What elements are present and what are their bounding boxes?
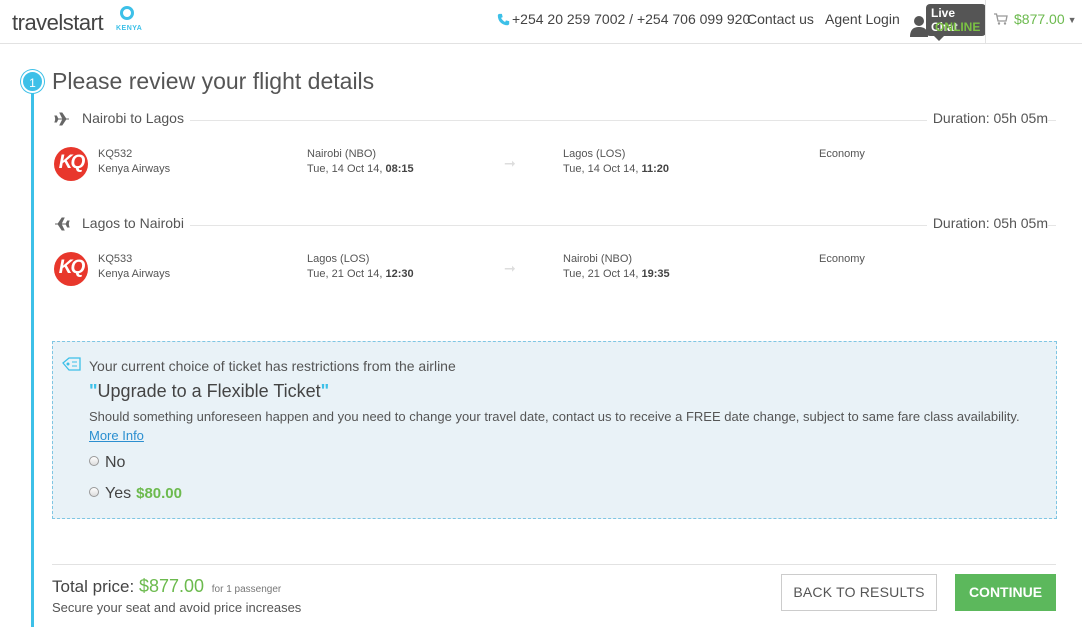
kenya-airways-logo: KQ xyxy=(54,252,88,286)
arrival-info: Nairobi (NBO) Tue, 21 Oct 14, 19:35 xyxy=(563,252,670,282)
leg-duration: Duration: 05h 05m xyxy=(926,215,1048,231)
phone-icon xyxy=(497,13,510,26)
departure-time: 12:30 xyxy=(385,268,414,280)
logo-text: travelstart xyxy=(12,10,104,35)
upgrade-option-no[interactable]: No xyxy=(89,454,125,472)
ticket-tag-icon xyxy=(62,357,81,371)
flight-info: KQ532 Kenya Airways xyxy=(98,147,170,177)
airline-logo-text: KQ xyxy=(58,257,86,278)
kenya-airways-logo: KQ xyxy=(54,147,88,181)
leg-route: Lagos to Nairobi xyxy=(82,215,190,231)
cart-total: $877.00 xyxy=(1014,11,1065,27)
departure-date: Tue, 21 Oct 14, xyxy=(307,268,383,280)
upgrade-title: "Upgrade to a Flexible Ticket" xyxy=(89,381,330,401)
secure-seat-text: Secure your seat and avoid price increas… xyxy=(52,600,302,615)
plane-icon xyxy=(54,112,69,126)
total-price: Total price: $877.00 for 1 passenger xyxy=(52,576,281,597)
travelstart-logo[interactable]: travelstart KENYA xyxy=(12,6,142,36)
step-rail xyxy=(31,78,34,627)
arrival-airport: Lagos (LOS) xyxy=(563,148,626,160)
phone-text: +254 20 259 7002 / +254 706 099 920 xyxy=(512,11,751,27)
logo-ring-icon xyxy=(120,6,134,20)
arrival-date: Tue, 14 Oct 14, xyxy=(563,163,639,175)
chevron-down-icon: ▼ xyxy=(1067,15,1077,25)
arrow-right-icon: ➞ xyxy=(504,155,516,171)
arrow-right-icon: ➞ xyxy=(504,260,516,276)
departure-time: 08:15 xyxy=(385,163,414,175)
step-number-badge: 1 xyxy=(21,70,44,93)
footer-divider xyxy=(52,564,1056,565)
radio-no[interactable] xyxy=(89,456,99,466)
live-chat-status: ONLINE xyxy=(935,20,981,34)
departure-airport: Lagos (LOS) xyxy=(307,253,370,265)
cabin-class: Economy xyxy=(819,148,865,160)
flight-number: KQ533 xyxy=(98,253,133,265)
contact-us-link[interactable]: Contact us xyxy=(747,11,814,27)
option-yes-price: $80.00 xyxy=(136,485,182,502)
radio-yes[interactable] xyxy=(89,487,99,497)
flight-segment-return: KQ KQ533 Kenya Airways Lagos (LOS) Tue, … xyxy=(52,252,1056,292)
cart-icon xyxy=(994,13,1008,25)
flexible-ticket-upsell: Your current choice of ticket has restri… xyxy=(52,341,1057,519)
cart-button[interactable]: $877.00 ▼ xyxy=(994,11,1077,27)
upgrade-title-text: Upgrade to a Flexible Ticket xyxy=(97,381,321,401)
arrival-time: 11:20 xyxy=(641,163,670,175)
leg-divider xyxy=(82,120,1056,121)
cabin-class: Economy xyxy=(819,253,865,265)
airline-name: Kenya Airways xyxy=(98,163,171,175)
airline-logo-text: KQ xyxy=(58,152,86,173)
option-yes-label: Yes xyxy=(105,485,132,502)
total-label: Total price: xyxy=(52,577,135,596)
header-divider xyxy=(985,0,986,44)
leg-header-return: Lagos to Nairobi Duration: 05h 05m xyxy=(52,215,1056,235)
back-to-results-button[interactable]: BACK TO RESULTS xyxy=(781,574,937,611)
flight-number: KQ532 xyxy=(98,148,133,160)
arrival-date: Tue, 21 Oct 14, xyxy=(563,268,639,280)
logo-country: KENYA xyxy=(116,25,143,32)
total-amount: $877.00 xyxy=(138,576,205,596)
phone-numbers: +254 20 259 7002 / +254 706 099 920 xyxy=(497,11,750,27)
leg-header-outbound: Nairobi to Lagos Duration: 05h 05m xyxy=(52,110,1056,130)
more-info-link[interactable]: More Info xyxy=(89,428,144,443)
plane-icon xyxy=(55,217,70,231)
departure-airport: Nairobi (NBO) xyxy=(307,148,377,160)
upgrade-option-yes[interactable]: Yes $80.00 xyxy=(89,485,182,503)
flight-info: KQ533 Kenya Airways xyxy=(98,252,170,282)
agent-login-link[interactable]: Agent Login xyxy=(825,11,900,27)
continue-button[interactable]: CONTINUE xyxy=(955,574,1056,611)
departure-date: Tue, 14 Oct 14, xyxy=(307,163,383,175)
page-title: Please review your flight details xyxy=(52,68,375,94)
arrival-info: Lagos (LOS) Tue, 14 Oct 14, 11:20 xyxy=(563,147,669,177)
arrival-time: 19:35 xyxy=(641,268,670,280)
live-chat-widget[interactable]: Live Chat ONLINE xyxy=(906,3,986,41)
upgrade-description: Should something unforeseen happen and y… xyxy=(89,409,1020,424)
restriction-notice: Your current choice of ticket has restri… xyxy=(89,358,456,374)
flight-segment-outbound: KQ KQ532 Kenya Airways Nairobi (NBO) Tue… xyxy=(52,147,1056,187)
departure-info: Lagos (LOS) Tue, 21 Oct 14, 12:30 xyxy=(307,252,414,282)
airline-name: Kenya Airways xyxy=(98,268,171,280)
leg-route: Nairobi to Lagos xyxy=(82,110,190,126)
arrival-airport: Nairobi (NBO) xyxy=(563,253,633,265)
departure-info: Nairobi (NBO) Tue, 14 Oct 14, 08:15 xyxy=(307,147,414,177)
passenger-count: for 1 passenger xyxy=(211,584,282,595)
top-header: travelstart KENYA +254 20 259 7002 / +25… xyxy=(0,0,1082,44)
option-no-label: No xyxy=(105,454,126,471)
leg-divider xyxy=(82,225,1056,226)
leg-duration: Duration: 05h 05m xyxy=(926,110,1048,126)
